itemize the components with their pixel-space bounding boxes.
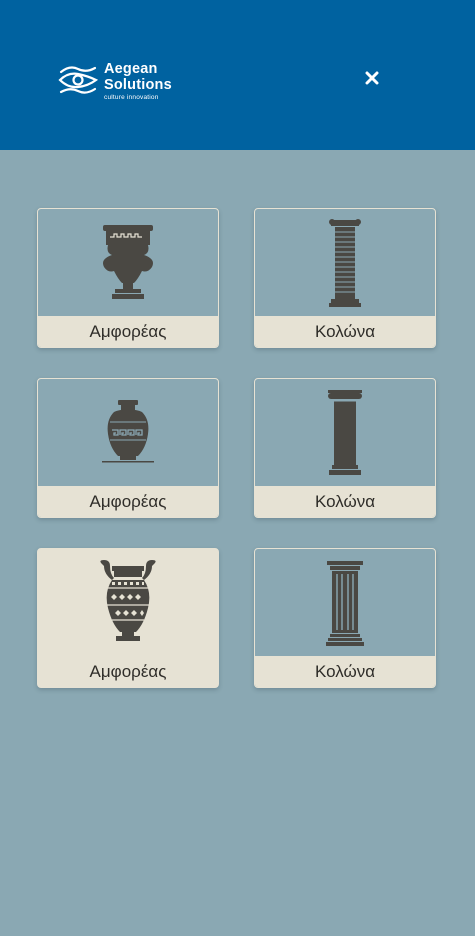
card-label: Κολώνα bbox=[255, 486, 435, 517]
logo-eye-icon bbox=[58, 66, 98, 94]
brand-logo: Aegean Solutions culture innovation bbox=[58, 62, 172, 104]
card-label: Αμφορέας bbox=[38, 316, 218, 347]
krater-icon bbox=[103, 225, 153, 299]
fluted-column-icon bbox=[326, 561, 364, 646]
card-label: Κολώνα bbox=[255, 316, 435, 347]
card-column-1[interactable]: Κολώνα bbox=[254, 208, 436, 348]
brand-name-line1: Aegean bbox=[104, 61, 158, 77]
brand-name-line2: Solutions bbox=[104, 76, 172, 93]
card-amphora-2[interactable]: Αμφορέας bbox=[37, 378, 219, 518]
card-amphora-1[interactable]: Αμφορέας bbox=[37, 208, 219, 348]
card-amphora-3[interactable]: Αμφορέας bbox=[37, 548, 219, 688]
meander-vase-icon bbox=[102, 400, 154, 463]
banded-column-icon bbox=[329, 219, 361, 307]
card-column-3[interactable]: Κολώνα bbox=[254, 548, 436, 688]
ionic-column-icon bbox=[328, 390, 362, 475]
card-column-2[interactable]: Κολώνα bbox=[254, 378, 436, 518]
card-label: Αμφορέας bbox=[38, 486, 218, 517]
card-label: Κολώνα bbox=[255, 656, 435, 687]
close-icon bbox=[365, 71, 379, 85]
close-button[interactable] bbox=[360, 66, 384, 90]
card-label: Αμφορέας bbox=[38, 656, 218, 687]
app-header: Aegean Solutions culture innovation bbox=[0, 0, 475, 150]
handled-amphora-icon bbox=[100, 560, 156, 641]
brand-tagline: culture innovation bbox=[104, 94, 159, 101]
